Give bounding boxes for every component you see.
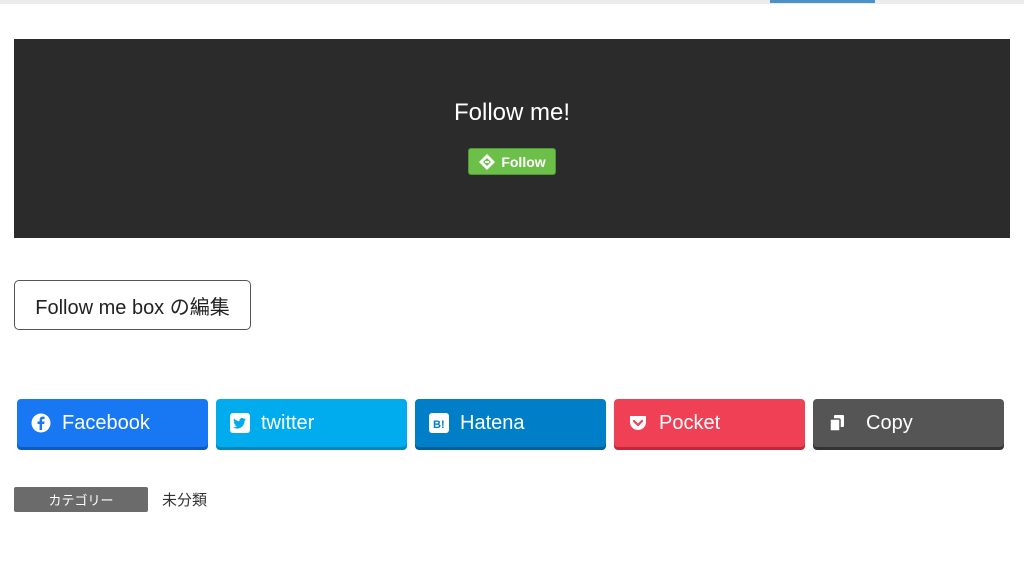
feedly-follow-button[interactable]: Follow — [468, 148, 556, 175]
share-buttons: Facebook twitter B! Hatena Pocket Copy — [17, 399, 1006, 449]
copy-icon — [826, 412, 848, 434]
share-copy-label: Copy — [866, 411, 913, 434]
facebook-icon — [30, 412, 52, 434]
pocket-icon — [627, 412, 649, 434]
hatena-icon: B! — [428, 412, 450, 434]
share-facebook-label: Facebook — [62, 411, 150, 434]
share-copy-button[interactable]: Copy — [813, 399, 1004, 447]
share-twitter-label: twitter — [261, 411, 315, 434]
category-row: カテゴリー 未分類 — [14, 487, 207, 512]
twitter-icon — [229, 412, 251, 434]
follow-me-box: Follow me! Follow — [14, 39, 1010, 238]
category-label: カテゴリー — [14, 487, 148, 512]
follow-title: Follow me! — [453, 99, 571, 126]
feedly-follow-label: Follow — [501, 153, 546, 170]
share-twitter-button[interactable]: twitter — [216, 399, 407, 447]
category-link[interactable]: 未分類 — [162, 489, 207, 510]
feedly-icon — [478, 153, 496, 171]
edit-follow-box-button[interactable]: Follow me box の編集 — [14, 280, 251, 330]
share-pocket-button[interactable]: Pocket — [614, 399, 805, 447]
share-facebook-button[interactable]: Facebook — [17, 399, 208, 447]
share-hatena-label: Hatena — [460, 411, 525, 434]
share-pocket-label: Pocket — [659, 411, 721, 434]
svg-text:B!: B! — [433, 419, 445, 431]
active-tab-indicator — [770, 0, 875, 3]
share-hatena-button[interactable]: B! Hatena — [415, 399, 606, 447]
